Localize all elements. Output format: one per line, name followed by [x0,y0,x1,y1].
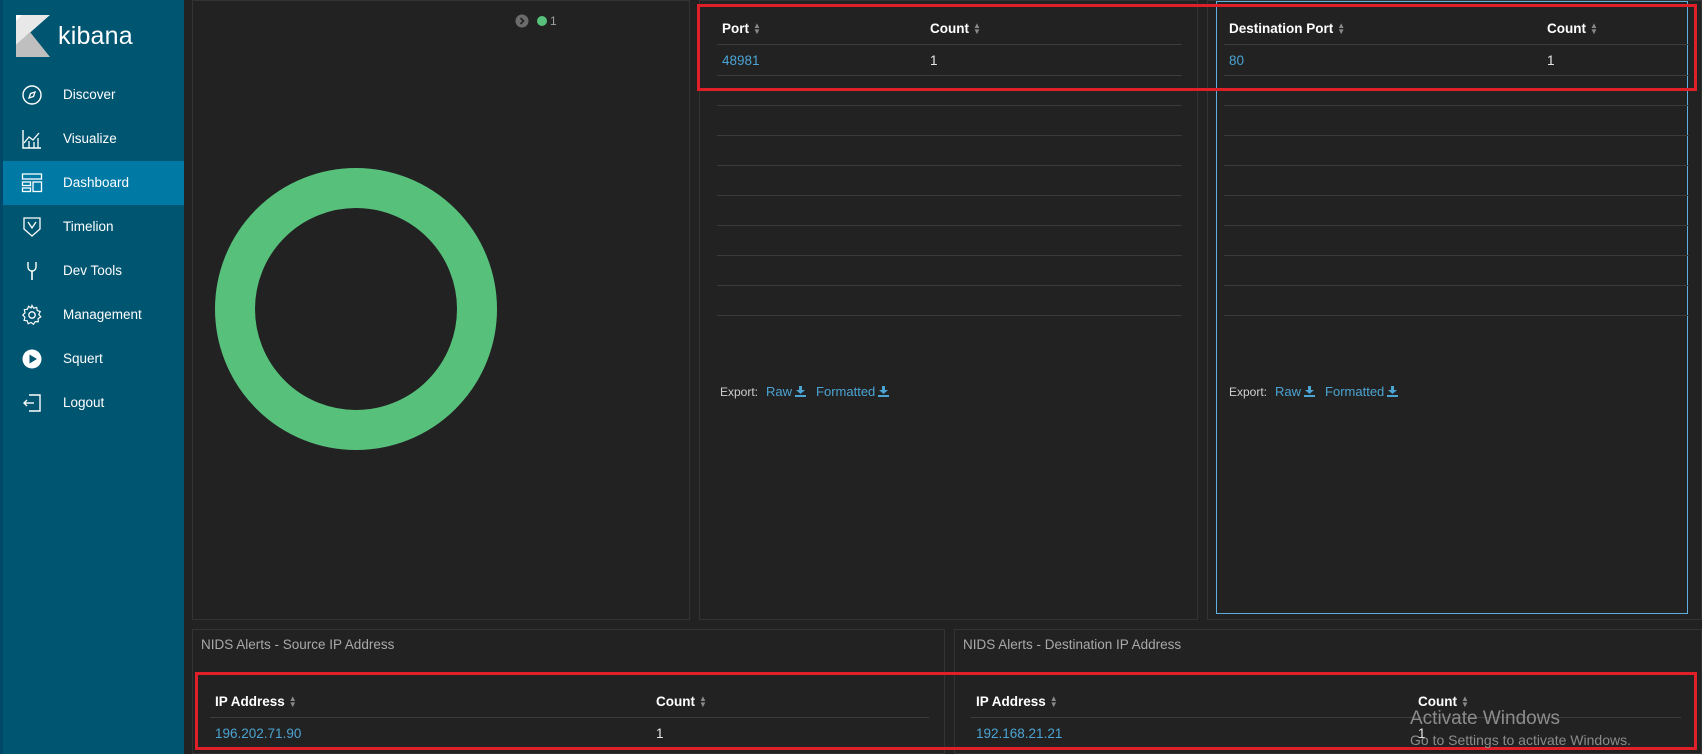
wrench-icon [21,260,43,282]
port-value-link[interactable]: 80 [1224,44,1542,76]
chart-icon [21,128,43,150]
kibana-logo-text: kibana [58,21,133,50]
donut-chart[interactable] [214,167,498,451]
count-value: 1 [651,717,929,749]
column-header-ip-address[interactable]: IP Address ▲ ▼ [210,686,651,718]
sidebar: kibana Discover Visualize Dashboard Time… [0,0,184,754]
export-label: Export: [1229,384,1268,399]
export-controls: Export: Raw Formatted [720,384,890,399]
timelion-icon [21,216,43,238]
panel-title: NIDS Alerts - Destination IP Address [963,637,1182,652]
column-header-port[interactable]: Port ▲ ▼ [717,13,925,45]
source-port-table: Port ▲ ▼ Count ▲ ▼ 48981 1 [717,13,1182,76]
nav-label: Discover [63,87,116,102]
download-icon [1304,386,1316,397]
logout-icon [21,392,43,414]
download-icon [795,386,807,397]
count-value: 1 [1542,44,1689,76]
activate-windows-watermark: Activate Windows [1410,708,1560,729]
sort-icon[interactable]: ▲ ▼ [1337,22,1345,36]
source-ip-panel: NIDS Alerts - Source IP Address IP Addre… [192,629,945,754]
table-row: 196.202.71.90 1 [210,717,929,749]
play-icon [21,348,43,370]
destination-port-panel: Destination Port ▲ ▼ Count ▲ ▼ 80 1 Export: … [1207,0,1702,620]
ip-value-link[interactable]: 192.168.21.21 [971,717,1413,749]
ip-value-link[interactable]: 196.202.71.90 [210,717,651,749]
export-label: Export: [720,384,759,399]
kibana-logo[interactable]: kibana [16,14,133,58]
nav-label: Logout [63,395,105,410]
legend-toggle-icon[interactable] [515,14,529,28]
sort-icon[interactable]: ▲ ▼ [1050,695,1058,709]
dashboard-icon [21,172,43,194]
nav-squert[interactable]: Squert [3,337,184,381]
export-raw-link[interactable]: Raw [766,384,807,399]
column-header-ip-address[interactable]: IP Address ▲ ▼ [971,686,1413,718]
destination-port-table: Destination Port ▲ ▼ Count ▲ ▼ 80 1 [1224,13,1689,76]
nav-visualize[interactable]: Visualize [3,117,184,161]
nav-discover[interactable]: Discover [3,73,184,117]
sort-icon[interactable]: ▲ ▼ [1461,695,1469,709]
legend-label: 1 [550,14,557,28]
column-header-count[interactable]: Count ▲ ▼ [1542,13,1689,45]
empty-table-rows [717,76,1182,316]
export-formatted-link[interactable]: Formatted [816,384,890,399]
donut-chart-panel: 1 [192,0,690,620]
sort-icon[interactable]: ▲ ▼ [699,695,707,709]
nav-label: Visualize [63,131,117,146]
column-header-count[interactable]: Count ▲ ▼ [651,686,929,718]
sort-icon[interactable]: ▲ ▼ [753,22,761,36]
export-formatted-link[interactable]: Formatted [1325,384,1399,399]
kibana-logo-icon [16,15,50,57]
gear-icon [21,304,43,326]
empty-table-rows [1224,76,1689,316]
nav-dev-tools[interactable]: Dev Tools [3,249,184,293]
legend-dot-icon [537,16,547,26]
sort-icon[interactable]: ▲ ▼ [973,22,981,36]
nav-logout[interactable]: Logout [3,381,184,425]
nav-label: Squert [63,351,103,366]
compass-icon [21,84,43,106]
nav-label: Timelion [63,219,114,234]
port-value-link[interactable]: 48981 [717,44,925,76]
sort-icon[interactable]: ▲ ▼ [1590,22,1598,36]
source-port-panel: Port ▲ ▼ Count ▲ ▼ 48981 1 Export: Raw Forma… [699,0,1198,620]
nav-label: Dev Tools [63,263,123,278]
nav-label: Dashboard [63,175,130,190]
column-header-count[interactable]: Count ▲ ▼ [925,13,1182,45]
download-icon [878,386,890,397]
donut-slice[interactable] [215,168,497,450]
nav-management[interactable]: Management [3,293,184,337]
chart-legend[interactable]: 1 [515,14,557,28]
table-row: 80 1 [1224,44,1689,76]
export-controls: Export: Raw Formatted [1229,384,1399,399]
source-ip-table: IP Address ▲ ▼ Count ▲ ▼ 196.202.71.90 1 [210,686,929,749]
column-header-destination-port[interactable]: Destination Port ▲ ▼ [1224,13,1542,45]
export-raw-link[interactable]: Raw [1275,384,1316,399]
panel-title: NIDS Alerts - Source IP Address [201,637,395,652]
nav-label: Management [63,307,142,322]
download-icon [1387,386,1399,397]
count-value: 1 [925,44,1182,76]
sort-icon[interactable]: ▲ ▼ [289,695,297,709]
table-row: 48981 1 [717,44,1182,76]
activate-windows-subtext: Go to Settings to activate Windows. [1410,732,1631,748]
nav-timelion[interactable]: Timelion [3,205,184,249]
nav-dashboard[interactable]: Dashboard [3,161,184,205]
